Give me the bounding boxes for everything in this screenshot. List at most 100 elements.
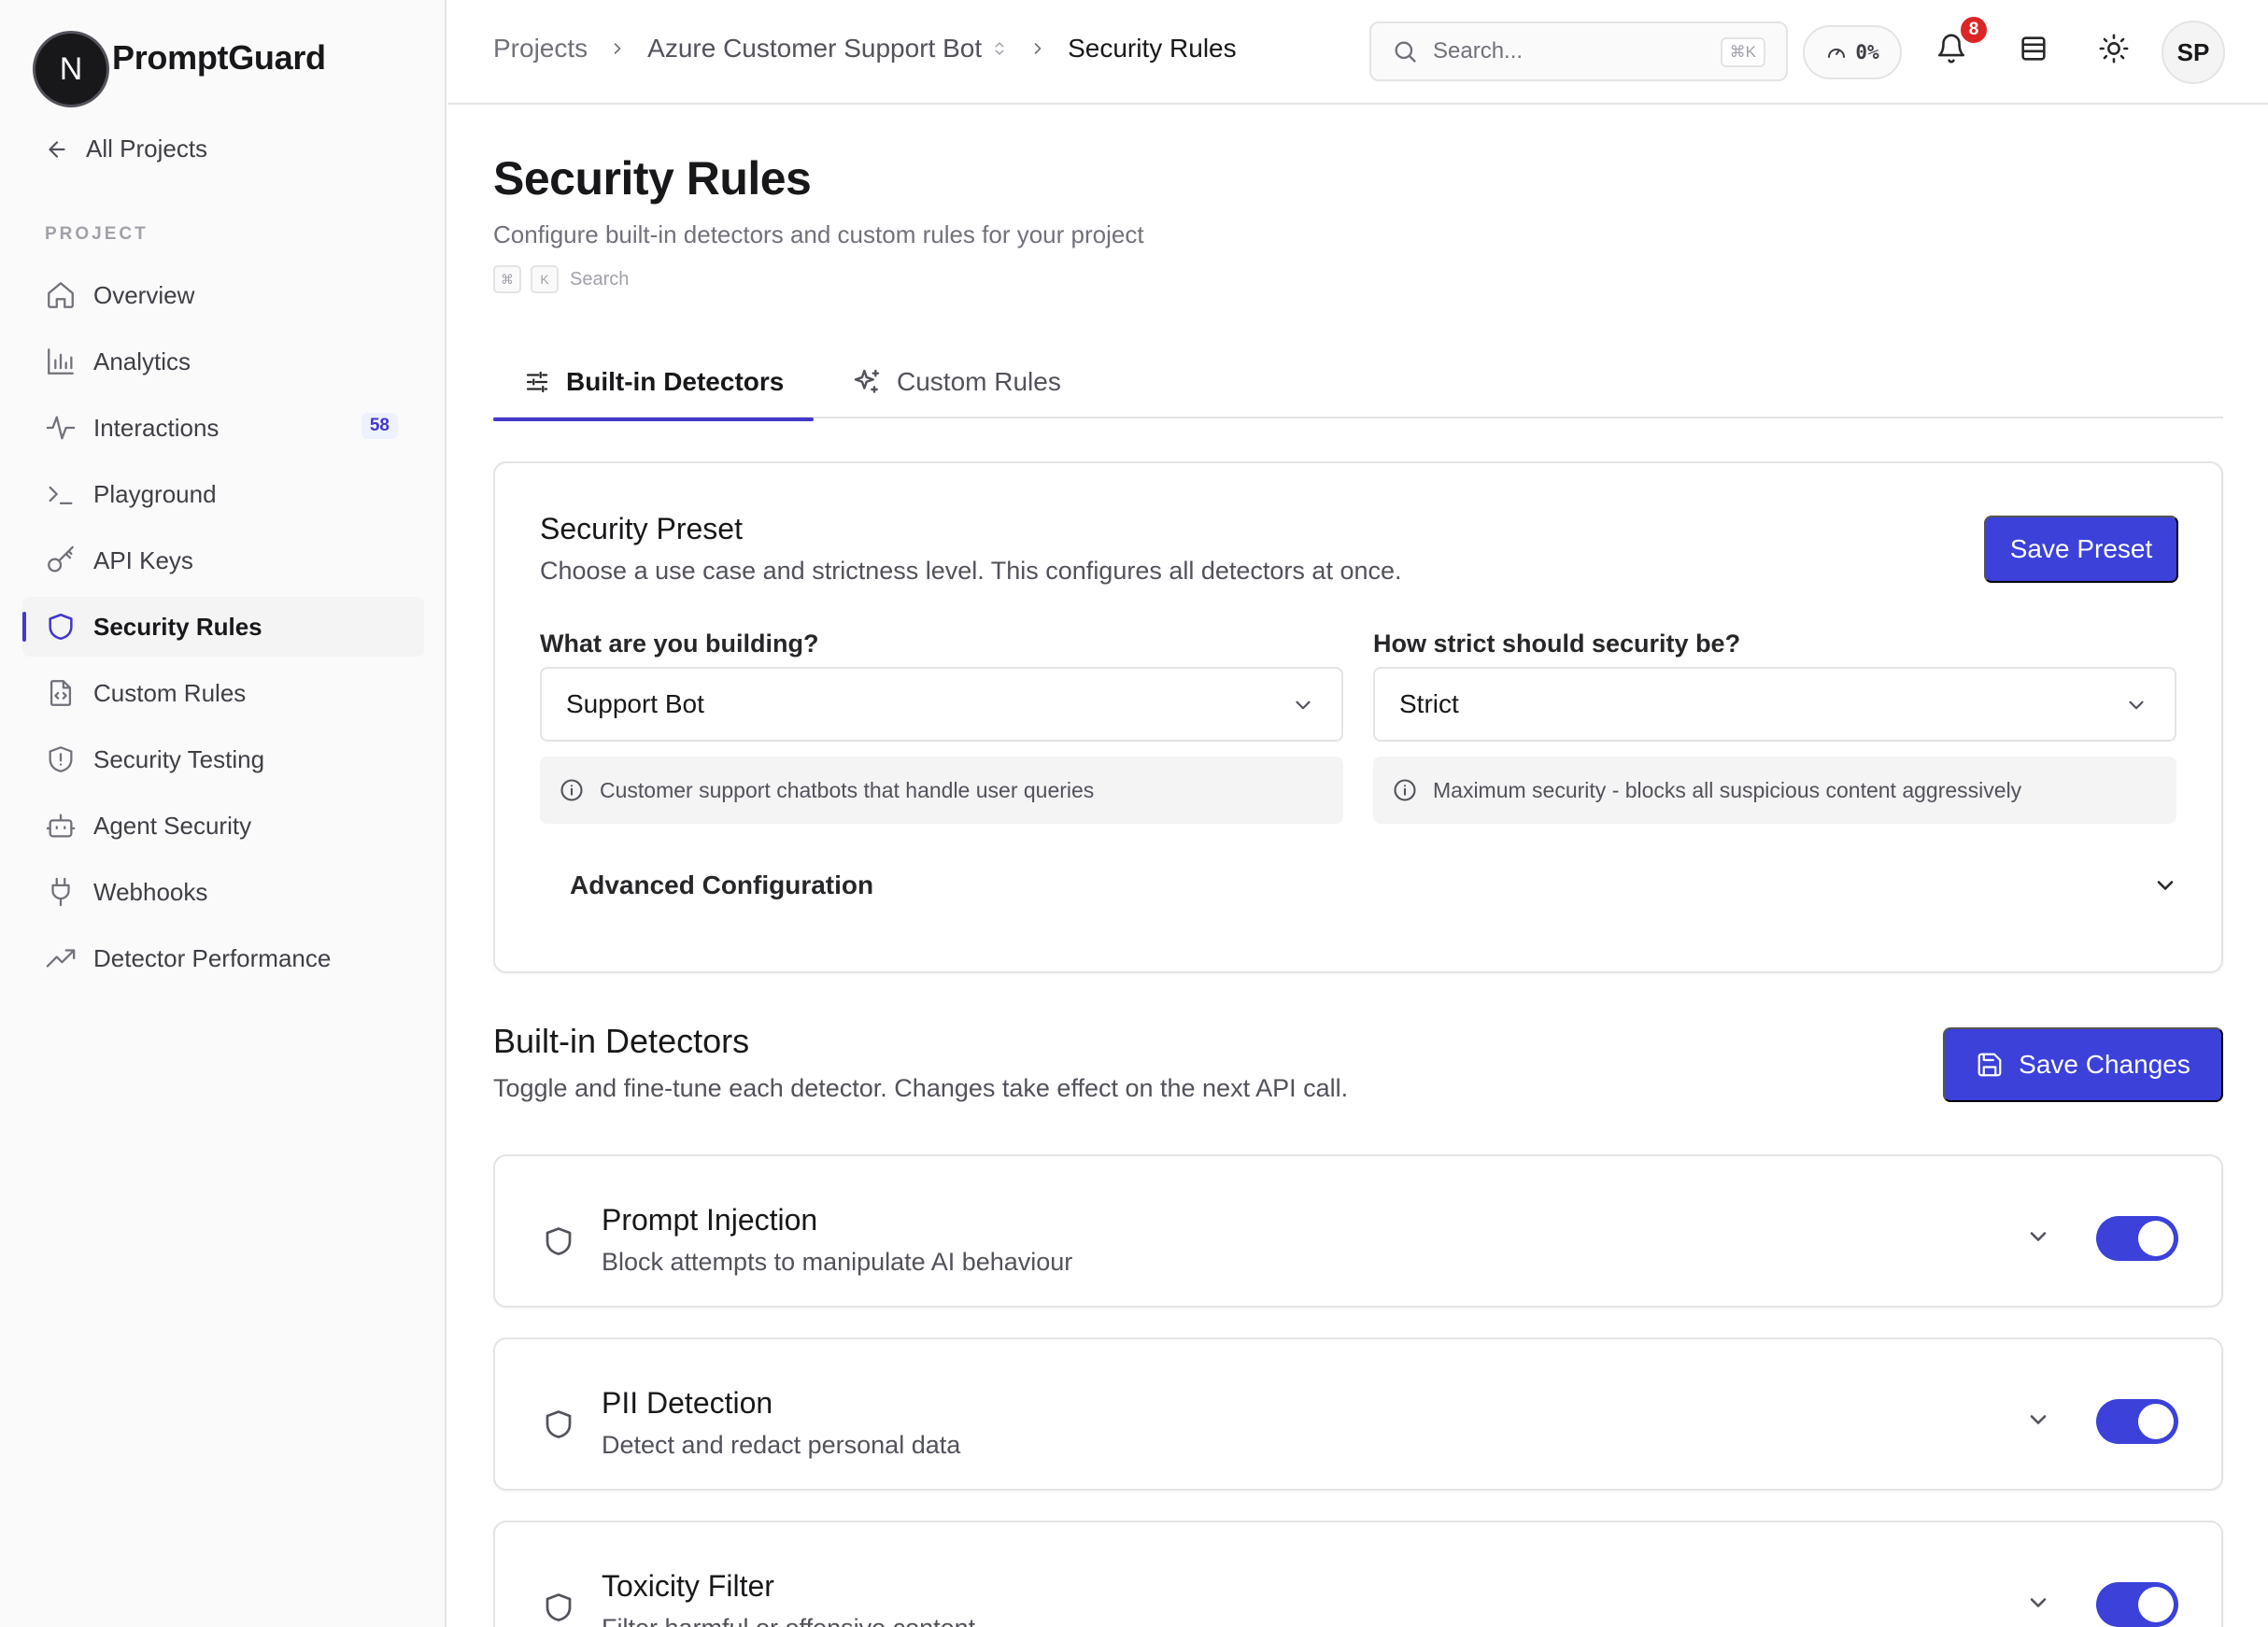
detector-name: Toxicity Filter bbox=[602, 1569, 774, 1603]
shield-icon bbox=[546, 1410, 572, 1438]
bot-icon bbox=[46, 814, 76, 838]
kbd-key-cmd: ⌘ bbox=[493, 265, 521, 293]
search-input[interactable]: Search... ⌘K bbox=[1369, 21, 1788, 81]
breadcrumb-projects[interactable]: Projects bbox=[493, 34, 588, 64]
chevron-down-icon[interactable] bbox=[2025, 1224, 2051, 1250]
breadcrumb-current: Security Rules bbox=[1068, 34, 1237, 63]
save-changes-button[interactable]: Save Changes bbox=[1943, 1027, 2223, 1102]
detector-toggle-pii-detection[interactable] bbox=[2096, 1399, 2178, 1444]
bar-chart-icon bbox=[48, 348, 74, 375]
sliders-icon bbox=[526, 371, 548, 393]
search-icon bbox=[1395, 41, 1416, 63]
sidebar-item-detector-performance[interactable]: Detector Performance bbox=[22, 928, 424, 988]
use-case-value: Support Bot bbox=[566, 689, 704, 718]
chevron-down-icon bbox=[1296, 700, 1311, 710]
usage-meter-button[interactable]: 0% bbox=[1803, 25, 1902, 79]
search-placeholder: Search... bbox=[1433, 38, 1524, 64]
layout-list-icon bbox=[2021, 36, 2046, 61]
strictness-info: Maximum security - blocks all suspicious… bbox=[1373, 757, 2176, 824]
security-preset-card: Security Preset Choose a use case and st… bbox=[493, 461, 2223, 973]
save-changes-label: Save Changes bbox=[2019, 1050, 2190, 1079]
use-case-info-text: Customer support chatbots that handle us… bbox=[600, 777, 1095, 802]
save-icon bbox=[1977, 1053, 2002, 1077]
detector-card-pii-detection: PII Detection Detect and redact personal… bbox=[493, 1337, 2223, 1491]
gauge-icon bbox=[1828, 49, 1846, 58]
chevron-right-icon bbox=[1028, 39, 1047, 58]
all-projects-link[interactable]: All Projects bbox=[45, 134, 207, 163]
activity-icon bbox=[46, 416, 76, 440]
sidebar-item-webhooks[interactable]: Webhooks bbox=[22, 862, 424, 922]
user-avatar[interactable]: SP bbox=[2162, 21, 2225, 84]
detector-card-toxicity-filter: Toxicity Filter Filter harmful or offens… bbox=[493, 1521, 2223, 1627]
sidebar-item-interactions[interactable]: Interactions 58 bbox=[22, 398, 424, 458]
brand-name: PromptGuard bbox=[112, 38, 326, 77]
sidebar-item-agent-security[interactable]: Agent Security bbox=[22, 796, 424, 856]
interactions-count-badge: 58 bbox=[361, 413, 398, 439]
brand-logo: N bbox=[35, 34, 106, 105]
sidebar-item-label: Playground bbox=[93, 479, 217, 508]
sidebar-item-label: Interactions bbox=[93, 413, 220, 442]
file-code-icon bbox=[50, 680, 72, 706]
tab-custom-rules[interactable]: Custom Rules bbox=[852, 346, 1061, 418]
plug-icon bbox=[51, 877, 70, 907]
detector-toggle-toxicity-filter[interactable] bbox=[2096, 1582, 2178, 1627]
chevron-down-icon bbox=[2157, 881, 2174, 890]
info-icon bbox=[1394, 779, 1416, 801]
sidebar-item-custom-rules[interactable]: Custom Rules bbox=[22, 663, 424, 723]
detector-card-prompt-injection: Prompt Injection Block attempts to manip… bbox=[493, 1154, 2223, 1308]
save-preset-button[interactable]: Save Preset bbox=[1984, 516, 2178, 583]
tab-built-in-detectors[interactable]: Built-in Detectors bbox=[493, 346, 815, 421]
detector-toggle-prompt-injection[interactable] bbox=[2096, 1216, 2178, 1261]
sidebar-item-label: Analytics bbox=[93, 347, 191, 375]
chevron-down-icon[interactable] bbox=[2025, 1590, 2051, 1616]
preset-title: Security Preset bbox=[540, 512, 743, 545]
all-projects-label: All Projects bbox=[86, 134, 208, 163]
kbd-hint-label: Search bbox=[570, 268, 630, 290]
arrow-left-icon bbox=[49, 140, 65, 158]
keyboard-shortcut-hint: ⌘ K Search bbox=[493, 265, 629, 293]
key-icon bbox=[48, 545, 74, 573]
use-case-select[interactable]: Support Bot bbox=[540, 667, 1343, 742]
chevron-down-icon bbox=[2129, 700, 2144, 710]
rules-tabs: Built-in Detectors Custom Rules bbox=[493, 346, 2223, 421]
strictness-label: How strict should security be? bbox=[1373, 630, 1741, 658]
strictness-value: Strict bbox=[1399, 689, 1459, 718]
brand[interactable]: N PromptGuard bbox=[35, 34, 326, 105]
topbar: Projects Azure Customer Support Bot Secu… bbox=[448, 0, 2268, 105]
shield-icon bbox=[546, 1593, 572, 1621]
sidebar-item-label: Security Testing bbox=[93, 744, 265, 773]
notification-count-badge: 8 bbox=[1959, 15, 1989, 45]
sidebar-item-overview[interactable]: Overview bbox=[22, 265, 424, 325]
sidebar-item-label: API Keys bbox=[93, 545, 193, 574]
chevron-down-icon[interactable] bbox=[2025, 1407, 2051, 1433]
page-title: Security Rules bbox=[493, 152, 812, 205]
sidebar-item-security-testing[interactable]: Security Testing bbox=[22, 729, 424, 789]
preset-description: Choose a use case and strictness level. … bbox=[540, 557, 1402, 585]
sidebar: N PromptGuard All Projects PROJECT Overv… bbox=[0, 0, 447, 1627]
shield-icon bbox=[546, 1227, 572, 1255]
sparkles-icon bbox=[854, 369, 880, 393]
sidebar-item-security-rules[interactable]: Security Rules bbox=[22, 597, 424, 657]
sidebar-item-playground[interactable]: Playground bbox=[22, 464, 424, 524]
detector-description: Block attempts to manipulate AI behaviou… bbox=[602, 1248, 1073, 1276]
detector-name: Prompt Injection bbox=[602, 1203, 818, 1237]
layout-toggle-button[interactable] bbox=[2018, 32, 2049, 65]
trending-up-icon bbox=[46, 949, 76, 968]
theme-toggle-button[interactable] bbox=[2098, 32, 2130, 65]
detector-description: Detect and redact personal data bbox=[602, 1431, 961, 1459]
sidebar-item-label: Detector Performance bbox=[93, 943, 332, 972]
sun-icon bbox=[2099, 34, 2129, 64]
use-case-info: Customer support chatbots that handle us… bbox=[540, 757, 1343, 824]
advanced-configuration-label: Advanced Configuration bbox=[570, 870, 874, 899]
sidebar-item-api-keys[interactable]: API Keys bbox=[22, 531, 424, 590]
kbd-key-k: K bbox=[531, 265, 559, 293]
tab-label: Custom Rules bbox=[897, 367, 1061, 396]
chevron-right-icon bbox=[608, 39, 627, 58]
advanced-configuration-toggle[interactable]: Advanced Configuration bbox=[570, 846, 2178, 925]
strictness-select[interactable]: Strict bbox=[1373, 667, 2176, 742]
chevrons-up-down-icon bbox=[995, 42, 1004, 55]
project-nav: Overview Analytics Interactions 58 Playg… bbox=[22, 265, 424, 995]
tab-label: Built-in Detectors bbox=[566, 367, 785, 396]
breadcrumb-project-switcher[interactable]: Azure Customer Support Bot bbox=[647, 34, 1008, 64]
sidebar-item-analytics[interactable]: Analytics bbox=[22, 332, 424, 391]
